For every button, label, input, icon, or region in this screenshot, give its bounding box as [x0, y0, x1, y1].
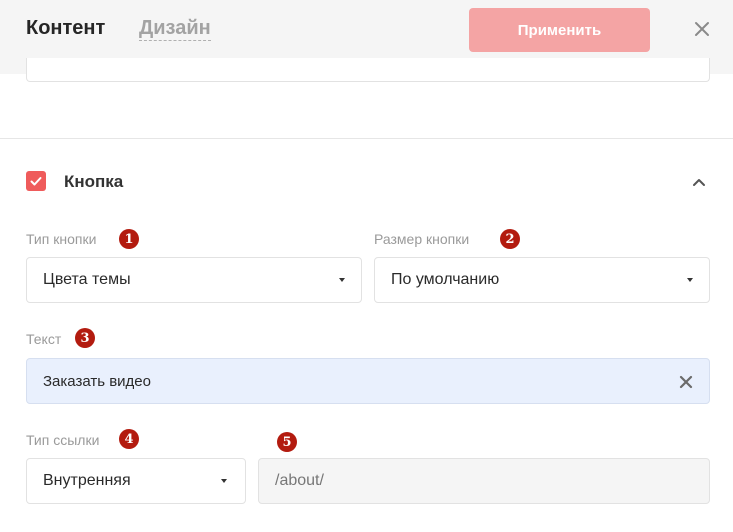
button-enabled-checkbox[interactable]: [26, 171, 46, 191]
section-title: Кнопка: [64, 172, 124, 191]
apply-button[interactable]: Применить: [469, 8, 650, 52]
button-text-value: Заказать видео: [43, 373, 151, 390]
close-icon: [695, 22, 709, 36]
dropdown-caret-icon: [687, 278, 693, 282]
callout-badge-4: 4: [119, 429, 139, 449]
button-type-label: Тип кнопки: [26, 231, 97, 247]
previous-field[interactable]: [26, 58, 710, 82]
link-type-value: Внутренняя: [43, 472, 131, 489]
text-label: Текст: [26, 331, 62, 347]
button-type-value: Цвета темы: [43, 271, 131, 288]
callout-badge-5: 5: [277, 432, 297, 452]
callout-badge-2: 2: [500, 229, 520, 249]
dropdown-caret-icon: [339, 278, 345, 282]
link-type-label: Тип ссылки: [26, 432, 100, 448]
clear-text-button[interactable]: [679, 375, 693, 389]
button-text-input[interactable]: Заказать видео: [26, 358, 710, 404]
url-input[interactable]: /about/: [258, 458, 710, 504]
callout-badge-1: 1: [119, 229, 139, 249]
button-type-select[interactable]: Цвета темы: [26, 257, 362, 303]
button-size-select[interactable]: По умолчанию: [374, 257, 710, 303]
clear-icon: [679, 375, 693, 389]
tab-design[interactable]: Дизайн: [139, 17, 211, 41]
collapse-section-button[interactable]: [689, 172, 709, 192]
link-type-select[interactable]: Внутренняя: [26, 458, 246, 504]
section-divider: [0, 138, 733, 139]
callout-badge-3: 3: [75, 328, 95, 348]
button-size-label: Размер кнопки: [374, 231, 470, 247]
chevron-up-icon: [693, 179, 705, 186]
check-icon: [30, 177, 42, 186]
close-button[interactable]: [690, 17, 714, 41]
url-value: /about/: [275, 472, 324, 489]
dropdown-caret-icon: [221, 479, 227, 483]
tab-content[interactable]: Контент: [26, 17, 105, 40]
button-size-value: По умолчанию: [391, 271, 500, 288]
